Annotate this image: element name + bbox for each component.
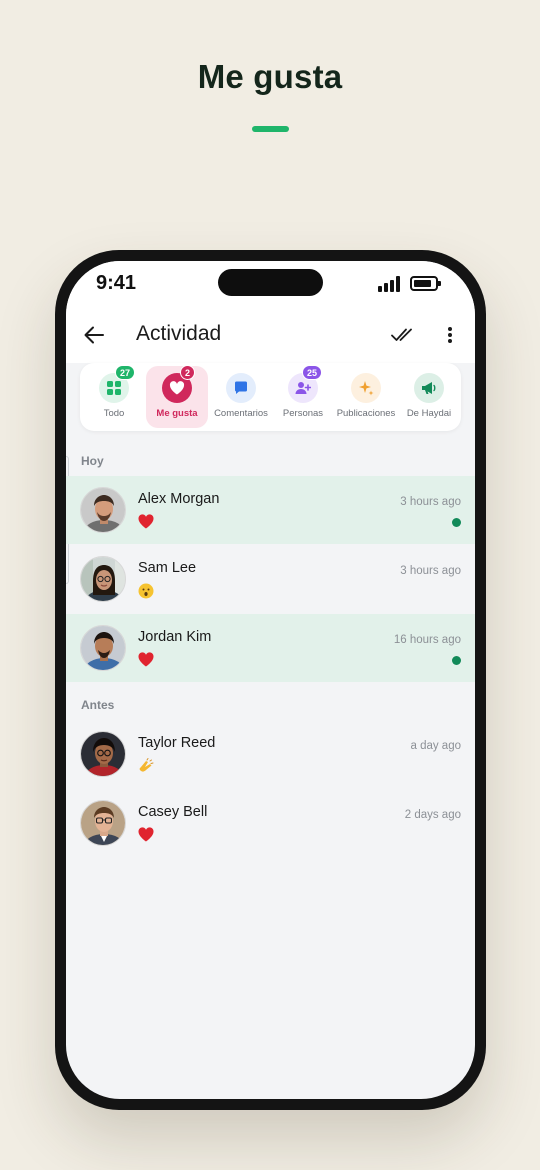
section-label-earlier: Antes [81, 698, 115, 712]
double-check-icon [391, 328, 415, 342]
tab-label: De Haydai [406, 408, 452, 419]
notification-row[interactable]: Casey Bell 2 days ago [66, 789, 475, 857]
more-vertical-icon [448, 327, 452, 343]
notification-row[interactable]: Sam Lee 3 hours ago [66, 545, 475, 613]
tab-de-haydai[interactable]: De Haydai [400, 363, 458, 431]
notification-time: 3 hours ago [400, 496, 461, 508]
megaphone-icon [414, 373, 444, 403]
page-title: Actividad [136, 322, 222, 345]
tab-badge: 2 [180, 365, 196, 380]
avatar [80, 625, 126, 671]
promo-underline [252, 126, 289, 132]
surprised-face-emoji [138, 583, 154, 599]
dynamic-island [218, 269, 323, 296]
tab-badge: 27 [115, 365, 136, 380]
filter-tabs: 27 Todo 2 Me gusta Comentarios 25 Person… [80, 363, 461, 431]
clapping-hands-emoji [138, 758, 154, 774]
promo-title: Me gusta [197, 58, 343, 95]
tab-label: Me gusta [156, 408, 198, 419]
tab-label: Personas [282, 408, 324, 419]
app-header: Actividad [66, 313, 475, 363]
battery-icon [410, 276, 441, 291]
grid-icon: 27 [99, 365, 136, 403]
heart-icon: 2 [162, 365, 196, 403]
notification-name: Alex Morgan [138, 491, 220, 507]
phone-screen: 9:41 Actividad 27 Todo 2 Me gusta Coment… [66, 261, 475, 1099]
tab-badge: 25 [302, 365, 323, 380]
back-button[interactable] [82, 323, 106, 347]
tab-label: Comentarios [214, 408, 268, 419]
heart-emoji [138, 514, 154, 530]
notification-row[interactable]: Taylor Reed a day ago [66, 720, 475, 788]
heart-emoji [138, 827, 154, 843]
phone-frame: 9:41 Actividad 27 Todo 2 Me gusta Coment… [55, 250, 486, 1110]
notification-row[interactable]: Alex Morgan 3 hours ago [66, 476, 475, 544]
heart-emoji [138, 652, 154, 668]
comment-icon [226, 373, 256, 403]
notification-time: 3 hours ago [400, 565, 461, 577]
avatar [80, 556, 126, 602]
unread-dot [452, 656, 461, 665]
status-time: 9:41 [96, 272, 137, 294]
sparkle-icon [351, 373, 381, 403]
avatar [80, 800, 126, 846]
more-options-button[interactable] [440, 323, 460, 347]
avatar [80, 731, 126, 777]
notification-name: Sam Lee [138, 560, 197, 576]
notification-time: 2 days ago [404, 809, 461, 821]
status-bar: 9:41 [66, 261, 475, 313]
unread-dot [452, 518, 461, 527]
tab-personas[interactable]: 25 Personas [274, 363, 332, 431]
notification-name: Casey Bell [138, 804, 208, 820]
tab-comentarios[interactable]: Comentarios [210, 363, 272, 431]
notification-name: Jordan Kim [138, 629, 212, 645]
tab-todo[interactable]: 27 Todo [84, 363, 144, 431]
arrow-left-icon [84, 326, 104, 344]
tab-label: Todo [103, 408, 125, 419]
tab-me-gusta[interactable]: 2 Me gusta [146, 365, 208, 428]
notification-time: a day ago [410, 740, 461, 752]
person-add-icon: 25 [288, 365, 323, 403]
section-label-today: Hoy [81, 454, 104, 468]
mark-all-read-button[interactable] [390, 323, 416, 347]
notification-row[interactable]: Jordan Kim 16 hours ago [66, 614, 475, 682]
notification-name: Taylor Reed [138, 735, 216, 751]
signal-icon [378, 276, 402, 292]
avatar [80, 487, 126, 533]
tab-publicaciones[interactable]: Publicaciones [334, 363, 398, 431]
tab-label: Publicaciones [336, 408, 396, 419]
notification-time: 16 hours ago [393, 634, 461, 646]
